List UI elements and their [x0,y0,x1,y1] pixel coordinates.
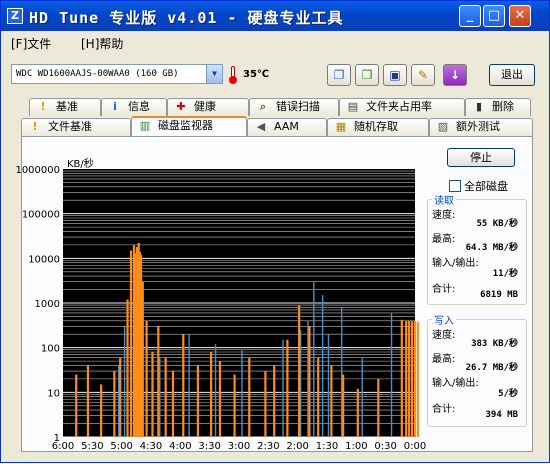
y-tick-label: 1000 [35,299,60,310]
chart-bar [248,357,251,437]
write-total-label: 合计: [432,404,456,415]
chart-bar [182,334,185,437]
x-tick-label: 5:00 [110,441,132,452]
chart-bar [410,321,414,437]
write-io-label: 输入/输出: [432,378,479,389]
chart-bar [164,357,167,437]
chart-bar [408,320,411,437]
checkbox-box[interactable] [449,180,461,192]
x-tick-label: 1:30 [316,441,338,452]
chart-bar [241,349,243,437]
read-max-value: 64.3 MB/秒 [465,243,518,253]
x-tick-label: 6:00 [52,441,74,452]
chart-bar [151,351,154,437]
write-max-value: 26.7 MB/秒 [465,363,518,373]
read-speed-label: 速度: [432,210,456,221]
read-speed-value: 55 KB/秒 [476,219,518,229]
chart-bar [233,374,236,437]
y-tick-label: 1000000 [15,165,60,176]
chart-bar [188,334,190,437]
chart-bar [196,365,200,437]
write-stats-group: 写入 速度: 383 KB/秒 最高: 26.7 MB/秒 输入/输出: 5/秒… [427,312,527,427]
read-stats-title: 读取 [432,192,456,207]
chart-bar [75,374,78,437]
chart-bar [123,326,126,437]
chart-bar [405,320,408,437]
chart-bar [126,299,129,437]
app-window: Z HD Tune 专业版 v4.01 - 硬盘专业工具 _ □ ✕ [F]文件… [0,0,550,463]
x-tick-label: 0:00 [404,441,426,452]
x-tick-label: 2:00 [286,441,308,452]
chart-bar [282,339,284,437]
write-speed-label: 速度: [432,330,456,341]
read-io-value: 11/秒 [492,269,518,279]
chart-bar [361,357,363,437]
chart-bar [113,371,116,437]
chart-bar [356,388,359,437]
chart-bar [298,305,301,437]
read-max-label: 最高: [432,234,456,245]
chart-bar [119,357,122,437]
y-tick-label: 100 [41,344,60,355]
all-disks-checkbox[interactable]: 全部磁盘 [449,178,508,194]
x-tick-label: 3:30 [198,441,220,452]
chart-bar [141,281,144,437]
chart-bar [377,378,380,437]
chart-bar [321,295,324,437]
stop-button[interactable]: 停止 [447,148,515,167]
chart-bar [100,384,103,437]
write-max-label: 最高: [432,354,456,365]
chart-bar [273,365,276,437]
write-io-value: 5/秒 [498,389,518,399]
chart-bar [145,320,148,437]
chart-bar [313,281,315,437]
write-stats-title: 写入 [432,312,456,327]
chart-bar [218,361,222,437]
y-tick-label: 10000 [28,254,60,265]
chart-bar [308,326,311,437]
x-tick-label: 4:30 [140,441,162,452]
chart-bar [342,374,345,437]
chart-bar [210,351,213,437]
y-tick-label: 100000 [22,210,60,221]
write-speed-value: 383 KB/秒 [471,339,518,349]
x-tick-label: 0:30 [374,441,396,452]
chart-bar [129,250,133,437]
read-total-value: 6819 MB [480,290,518,300]
read-stats-group: 读取 速度: 55 KB/秒 最高: 64.3 MB/秒 输入/输出: 11/秒… [427,192,527,305]
x-tick-label: 4:00 [169,441,191,452]
x-tick-label: 2:30 [257,441,279,452]
chart-bar [171,371,175,437]
chart-bar [416,321,420,437]
chart-bar [330,365,333,437]
all-disks-label: 全部磁盘 [464,180,508,193]
x-tick-label: 3:00 [228,441,250,452]
chart-bar [214,344,217,437]
chart-bar [400,319,403,437]
chart-bar [390,312,393,437]
chart-bar [157,326,160,437]
chart-bar [86,365,90,437]
x-tick-label: 5:30 [81,441,103,452]
chart-bar [317,357,320,437]
chart-bar [413,320,417,437]
x-tick-label: 1:00 [345,441,367,452]
chart-bar [327,334,330,437]
chart-bar [286,339,289,437]
read-io-label: 输入/输出: [432,258,479,269]
chart-bar [264,371,267,437]
write-total-value: 394 MB [485,410,518,420]
read-total-label: 合计: [432,284,456,295]
y-tick-label: 10 [47,388,60,399]
